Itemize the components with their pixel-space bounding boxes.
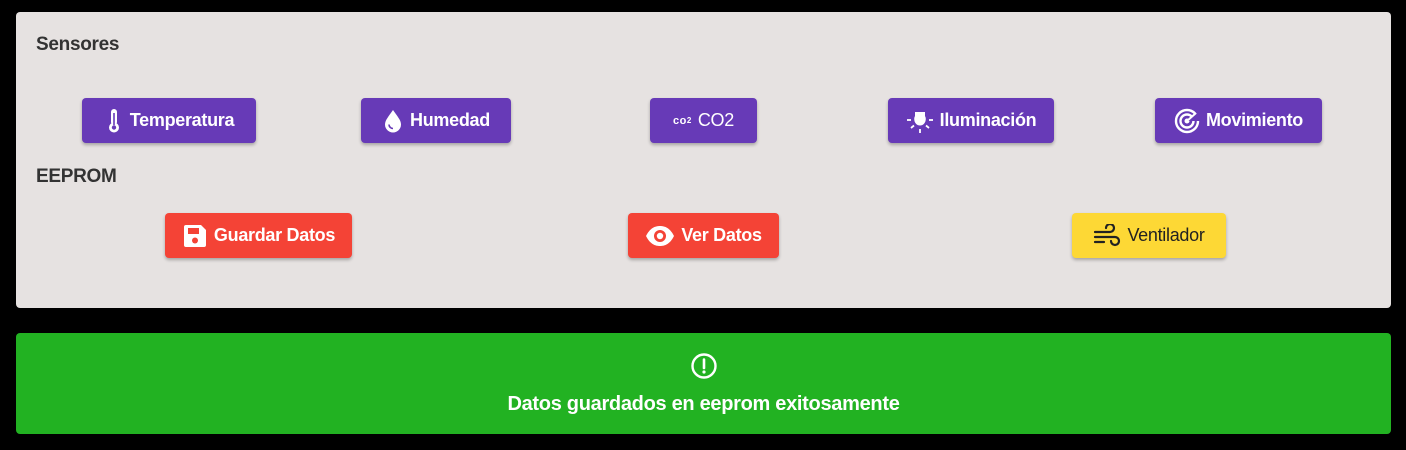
eeprom-title: EEPROM: [36, 166, 117, 187]
exclamation-circle-icon: [690, 352, 718, 385]
ventilador-label: Ventilador: [1127, 225, 1205, 245]
radar-icon: [1174, 108, 1200, 134]
movimiento-label: Movimiento: [1205, 110, 1303, 130]
iluminacion-label: Iluminación: [939, 110, 1037, 130]
eye-icon: [645, 225, 675, 247]
humedad-label: Humedad: [410, 110, 490, 130]
co2-button[interactable]: co 2 CO2: [650, 98, 757, 143]
ver-datos-button[interactable]: Ver Datos: [628, 213, 779, 258]
water-drop-icon: [382, 109, 404, 133]
control-panel: Sensores Temperatura Humedad co 2 CO2 Il…: [16, 12, 1391, 308]
ventilador-button[interactable]: Ventilador: [1072, 213, 1226, 258]
ver-datos-label: Ver Datos: [681, 225, 762, 245]
lightbulb-icon: [906, 108, 934, 134]
wind-icon: [1093, 223, 1121, 248]
thermometer-icon: [104, 108, 124, 134]
success-alert: Datos guardados en eeprom exitosamente: [16, 333, 1391, 434]
co2-label: CO2: [697, 110, 734, 130]
humedad-button[interactable]: Humedad: [361, 98, 511, 143]
sensores-title: Sensores: [36, 34, 120, 55]
co2-icon: co 2: [673, 114, 692, 127]
iluminacion-button[interactable]: Iluminación: [888, 98, 1054, 143]
temperatura-label: Temperatura: [129, 110, 235, 130]
temperatura-button[interactable]: Temperatura: [82, 98, 256, 143]
guardar-datos-label: Guardar Datos: [213, 225, 336, 245]
guardar-datos-button[interactable]: Guardar Datos: [165, 213, 352, 258]
movimiento-button[interactable]: Movimiento: [1155, 98, 1322, 143]
alert-message: Datos guardados en eeprom exitosamente: [507, 392, 900, 415]
floppy-disk-icon: [182, 223, 208, 249]
